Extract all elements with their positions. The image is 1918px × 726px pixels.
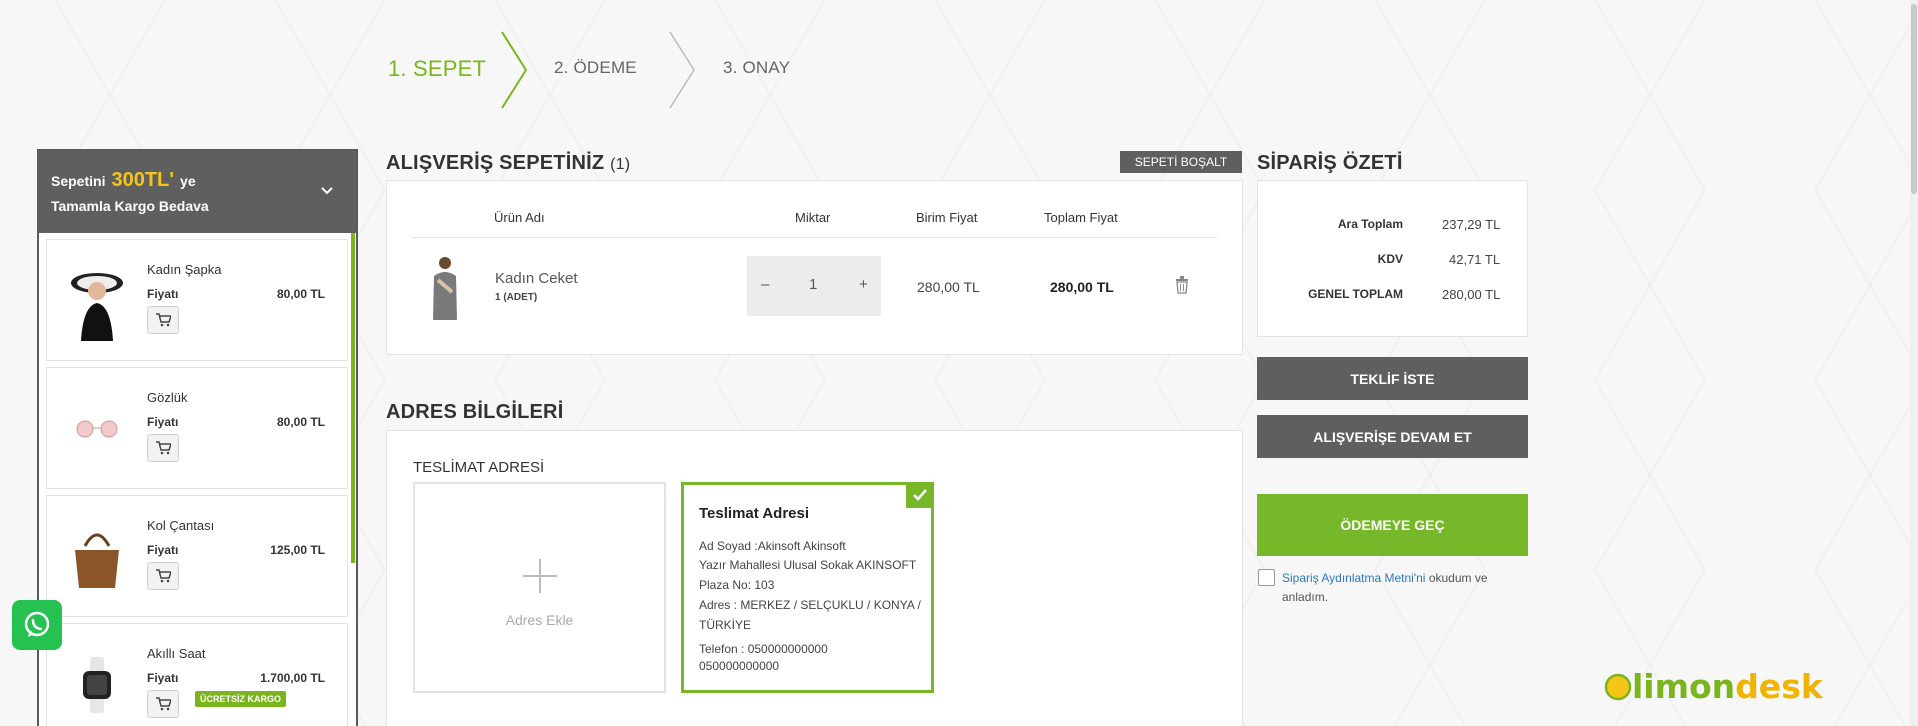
summary-value: 280,00 TL — [1442, 287, 1501, 302]
step-confirm[interactable]: 3. ONAY — [723, 58, 790, 78]
product-name[interactable]: Kadın Şapka — [147, 262, 221, 277]
table-divider — [412, 237, 1217, 238]
address-title: ADRES BİLGİLERİ — [386, 401, 564, 423]
address-country: TÜRKİYE — [699, 618, 752, 632]
suggested-product-card[interactable]: Kol Çantası Fiyatı 125,00 TL — [46, 495, 348, 617]
add-address-button[interactable]: Adres Ekle — [413, 482, 666, 693]
cart-item-unit-price: 280,00 TL — [917, 279, 980, 295]
address-region: Adres : MERKEZ / SELÇUKLU / KONYA / — [699, 598, 921, 612]
trash-icon[interactable] — [1175, 276, 1189, 299]
col-unit-price: Birim Fiyat — [916, 210, 978, 225]
promo-prefix: Sepetini — [51, 173, 106, 189]
add-to-cart-button[interactable] — [147, 690, 179, 718]
cart-icon — [156, 313, 171, 327]
checkout-button[interactable]: ÖDEMEYE GEÇ — [1257, 494, 1528, 556]
jacket-product-image[interactable] — [425, 254, 465, 322]
handbag-image — [61, 516, 133, 598]
cart-item-name[interactable]: Kadın Ceket — [495, 270, 578, 287]
lemon-icon — [1604, 673, 1632, 701]
cart-icon — [156, 697, 171, 711]
decrease-quantity-button[interactable]: – — [761, 276, 769, 293]
consent-text-part: okudum ve — [1428, 571, 1488, 585]
price-label: Fiyatı — [147, 287, 179, 301]
request-quote-button[interactable]: TEKLİF İSTE — [1257, 357, 1528, 400]
consent-checkbox[interactable] — [1258, 569, 1275, 586]
summary-value: 42,71 TL — [1449, 252, 1501, 267]
product-price: 80,00 TL — [276, 415, 325, 429]
address-street: Yazır Mahallesi Ulusal Sokak AKINSOFT — [699, 558, 917, 572]
smartwatch-image — [61, 644, 133, 726]
cart-count: (1) — [610, 156, 631, 173]
quantity-stepper: – 1 + — [747, 256, 881, 316]
logo-part2: desk — [1735, 667, 1823, 706]
price-label: Fiyatı — [147, 415, 179, 429]
consent-text-part: anladım. — [1282, 590, 1329, 604]
increase-quantity-button[interactable]: + — [859, 276, 868, 293]
check-icon — [906, 482, 934, 508]
logo-part1: limon — [1632, 667, 1736, 706]
col-product-name: Ürün Adı — [494, 210, 545, 225]
promo-suffix: ye — [180, 173, 196, 189]
price-label: Fiyatı — [147, 671, 179, 685]
col-total-price: Toplam Fiyat — [1044, 210, 1118, 225]
hat-model-image — [61, 260, 133, 342]
price-label: Fiyatı — [147, 543, 179, 557]
add-address-label: Adres Ekle — [505, 612, 574, 628]
product-name[interactable]: Kol Çantası — [147, 518, 214, 533]
plus-icon — [523, 559, 557, 593]
cart-icon — [156, 569, 171, 583]
step-cart[interactable]: 1. SEPET — [388, 56, 486, 82]
delivery-address-subtitle: TESLİMAT ADRESİ — [413, 459, 545, 476]
page-scrollbar[interactable] — [1910, 0, 1918, 726]
quantity-value[interactable]: 1 — [809, 276, 817, 293]
product-name[interactable]: Akıllı Saat — [147, 646, 206, 661]
summary-label: KDV — [1377, 252, 1403, 266]
cart-title: ALIŞVERİŞ SEPETİNİZ (1) — [386, 152, 630, 175]
panel-scrollbar[interactable] — [351, 233, 355, 563]
step-payment[interactable]: 2. ÖDEME — [554, 58, 637, 78]
col-quantity: Miktar — [795, 210, 831, 225]
suggested-product-card[interactable]: Akıllı Saat Fiyatı 1.700,00 TL ÜCRETSİZ … — [46, 623, 348, 726]
address-phone2: 050000000000 — [699, 659, 780, 673]
address-plaza: Plaza No: 103 — [699, 578, 775, 592]
consent-link[interactable]: Sipariş Aydınlatma Metni'ni — [1282, 571, 1425, 585]
step-separator-icon — [501, 31, 528, 109]
summary-value: 237,29 TL — [1442, 217, 1501, 232]
cart-item-total-price: 280,00 TL — [1050, 279, 1114, 295]
product-price: 125,00 TL — [270, 543, 325, 557]
free-shipping-header[interactable]: Sepetini 300TL' ye Tamamla Kargo Bedava — [39, 151, 356, 233]
consent-text: Sipariş Aydınlatma Metni'ni okudum ve an… — [1282, 569, 1512, 607]
chevron-down-icon[interactable] — [320, 183, 334, 199]
glasses-image — [61, 388, 133, 470]
free-shipping-panel: Sepetini 300TL' ye Tamamla Kargo Bedava Ka… — [37, 149, 358, 726]
promo-amount: 300TL' — [111, 169, 175, 191]
suggested-product-card[interactable]: Gözlük Fiyatı 80,00 TL — [46, 367, 348, 489]
delivery-address-card[interactable]: Teslimat Adresi Ad Soyad :Akinsoft Akins… — [681, 482, 934, 693]
empty-cart-button[interactable]: SEPETİ BOŞALT — [1120, 151, 1242, 173]
limondesk-logo: limondesk — [1604, 667, 1823, 706]
add-to-cart-button[interactable] — [147, 306, 179, 334]
promo-line2: Tamamla Kargo Bedava — [51, 198, 209, 214]
free-shipping-badge: ÜCRETSİZ KARGO — [195, 691, 286, 707]
scrollbar-thumb[interactable] — [1911, 4, 1917, 194]
whatsapp-button[interactable] — [12, 600, 62, 650]
cart-item-unit: 1 (ADET) — [495, 292, 538, 303]
whatsapp-icon — [24, 611, 50, 637]
address-phone: Telefon : 050000000000 — [699, 642, 828, 656]
add-to-cart-button[interactable] — [147, 434, 179, 462]
address-card-title: Teslimat Adresi — [699, 505, 810, 522]
cart-icon — [156, 441, 171, 455]
cart-title-text: ALIŞVERİŞ SEPETİNİZ — [386, 152, 605, 174]
summary-label: Ara Toplam — [1337, 217, 1403, 231]
address-name: Ad Soyad :Akinsoft Akinsoft — [699, 539, 846, 553]
step-separator-icon — [669, 31, 695, 109]
suggested-product-card[interactable]: Kadın Şapka Fiyatı 80,00 TL — [46, 239, 348, 361]
add-to-cart-button[interactable] — [147, 562, 179, 590]
summary-title: SİPARİŞ ÖZETİ — [1257, 152, 1403, 174]
product-price: 1.700,00 TL — [260, 671, 325, 685]
product-name[interactable]: Gözlük — [147, 390, 187, 405]
summary-label: GENEL TOPLAM — [1308, 287, 1403, 301]
product-price: 80,00 TL — [276, 287, 325, 301]
continue-shopping-button[interactable]: ALIŞVERİŞE DEVAM ET — [1257, 415, 1528, 458]
